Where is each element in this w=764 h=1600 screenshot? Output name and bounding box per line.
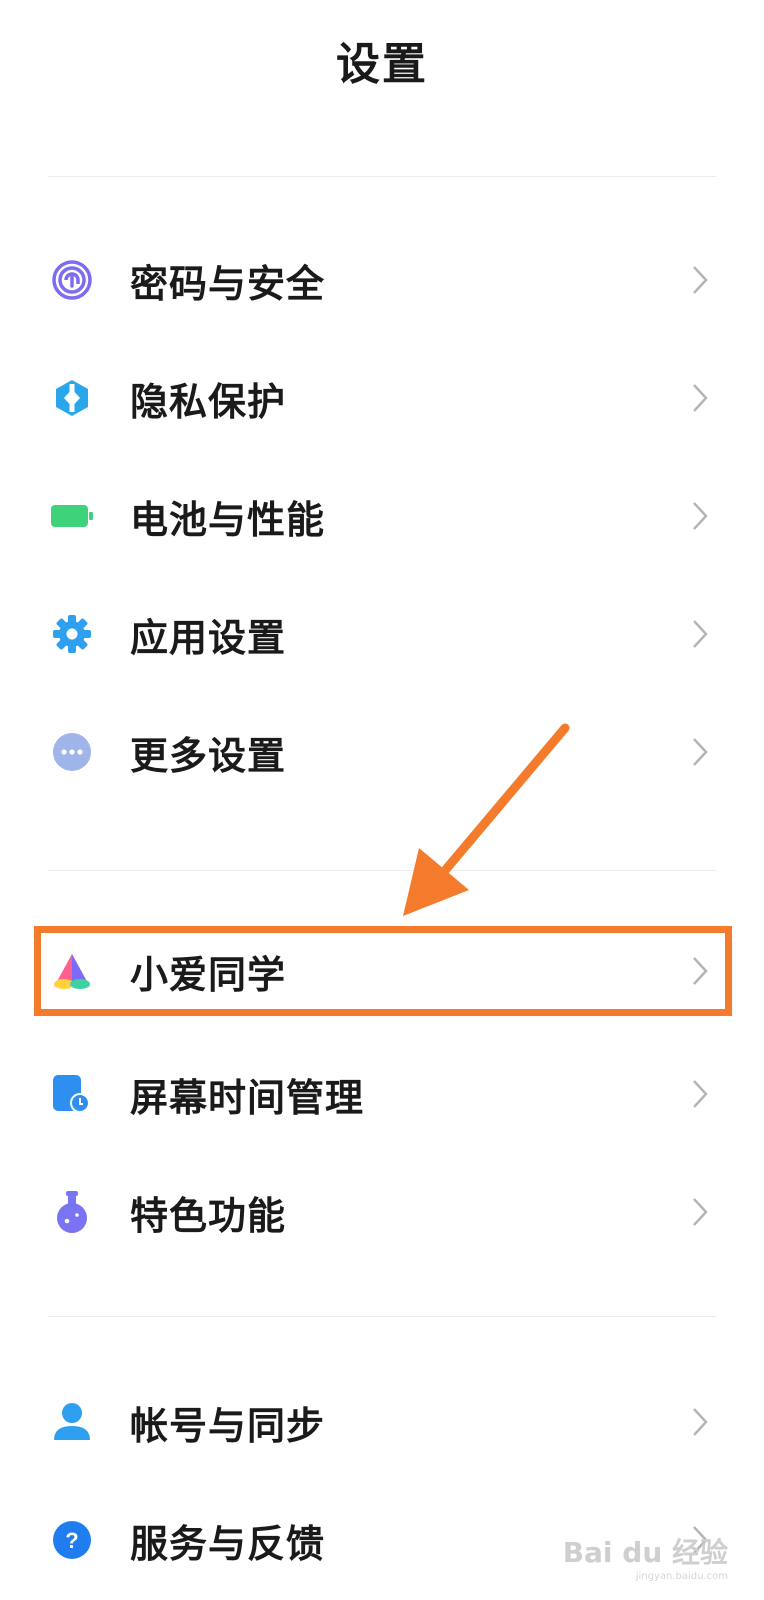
settings-item-battery[interactable]: 电池与性能 — [0, 468, 764, 564]
watermark: Bai du 经验 jingyan.baidu.com — [563, 1531, 728, 1582]
watermark-url: jingyan.baidu.com — [635, 1571, 728, 1582]
settings-item-privacy[interactable]: 隐私保护 — [0, 350, 764, 446]
flask-icon — [50, 1190, 94, 1234]
chevron-right-icon — [693, 738, 708, 766]
settings-item-special-features[interactable]: 特色功能 — [0, 1164, 764, 1260]
divider — [48, 1316, 716, 1317]
settings-item-label: 更多设置 — [130, 733, 287, 778]
settings-item-screen-time[interactable]: 屏幕时间管理 — [0, 1046, 764, 1142]
chevron-right-icon — [693, 266, 708, 294]
chevron-right-icon — [693, 1198, 708, 1226]
settings-item-label: 帐号与同步 — [130, 1403, 326, 1448]
help-icon: ? — [50, 1518, 94, 1562]
settings-item-more-settings[interactable]: 更多设置 — [0, 704, 764, 800]
annotation-highlight-box — [34, 926, 732, 1016]
settings-item-label: 屏幕时间管理 — [130, 1075, 365, 1120]
settings-item-label: 特色功能 — [130, 1193, 287, 1238]
gear-icon — [50, 612, 94, 656]
fingerprint-icon — [50, 258, 94, 302]
settings-item-label: 密码与安全 — [130, 261, 326, 306]
screen-time-icon — [50, 1072, 94, 1116]
chevron-right-icon — [693, 1408, 708, 1436]
settings-item-label: 应用设置 — [130, 615, 287, 660]
settings-item-label: 电池与性能 — [130, 497, 326, 542]
chevron-right-icon — [693, 384, 708, 412]
divider — [48, 870, 716, 871]
settings-item-app-settings[interactable]: 应用设置 — [0, 586, 764, 682]
settings-item-label: 服务与反馈 — [130, 1521, 326, 1566]
settings-item-account-sync[interactable]: 帐号与同步 — [0, 1374, 764, 1470]
settings-item-password-security[interactable]: 密码与安全 — [0, 232, 764, 328]
svg-text:?: ? — [65, 1528, 78, 1553]
page-title: 设置 — [336, 39, 428, 90]
battery-icon — [50, 494, 94, 538]
settings-item-label: 隐私保护 — [130, 379, 287, 424]
chevron-right-icon — [693, 502, 708, 530]
annotation-arrow-icon — [403, 723, 570, 916]
chevron-right-icon — [693, 1080, 708, 1108]
divider — [48, 176, 716, 177]
watermark-text: Bai du 经验 — [562, 1536, 728, 1569]
account-icon — [50, 1400, 94, 1444]
more-dots-icon — [50, 730, 94, 774]
chevron-right-icon — [693, 620, 708, 648]
privacy-shield-icon — [50, 376, 94, 420]
